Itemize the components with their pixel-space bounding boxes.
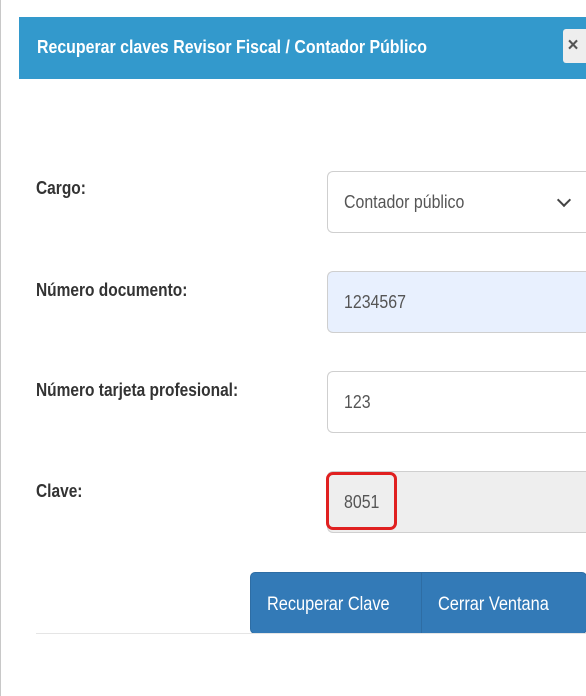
clave-label: Clave: (36, 481, 83, 501)
recover-key-button[interactable]: Recuperar Clave (250, 572, 422, 634)
cargo-select[interactable]: Contador público (327, 171, 586, 233)
recover-keys-dialog: Recuperar claves Revisor Fiscal / Contad… (0, 0, 586, 696)
footer-divider (36, 633, 586, 634)
tarjeta-profesional-input[interactable]: 123 (327, 371, 586, 433)
cargo-selected-value: Contador público (344, 191, 465, 212)
numero-documento-input[interactable]: 1234567 (327, 271, 586, 333)
recover-key-label: Recuperar Clave (267, 594, 390, 615)
dialog-header: Recuperar claves Revisor Fiscal / Contad… (19, 17, 586, 79)
close-window-label: Cerrar Ventana (438, 594, 549, 615)
clave-highlight-box (326, 472, 397, 530)
tarjeta-profesional-value: 123 (344, 391, 371, 412)
numero-documento-label: Número documento: (36, 280, 188, 300)
chevron-down-icon (556, 192, 572, 208)
numero-documento-value: 1234567 (344, 291, 406, 312)
close-window-button[interactable]: Cerrar Ventana (421, 572, 586, 634)
cargo-label: Cargo: (36, 178, 86, 198)
dialog-title: Recuperar claves Revisor Fiscal / Contad… (37, 36, 427, 57)
close-icon[interactable]: × (563, 29, 586, 63)
tarjeta-profesional-label: Número tarjeta profesional: (36, 380, 239, 400)
